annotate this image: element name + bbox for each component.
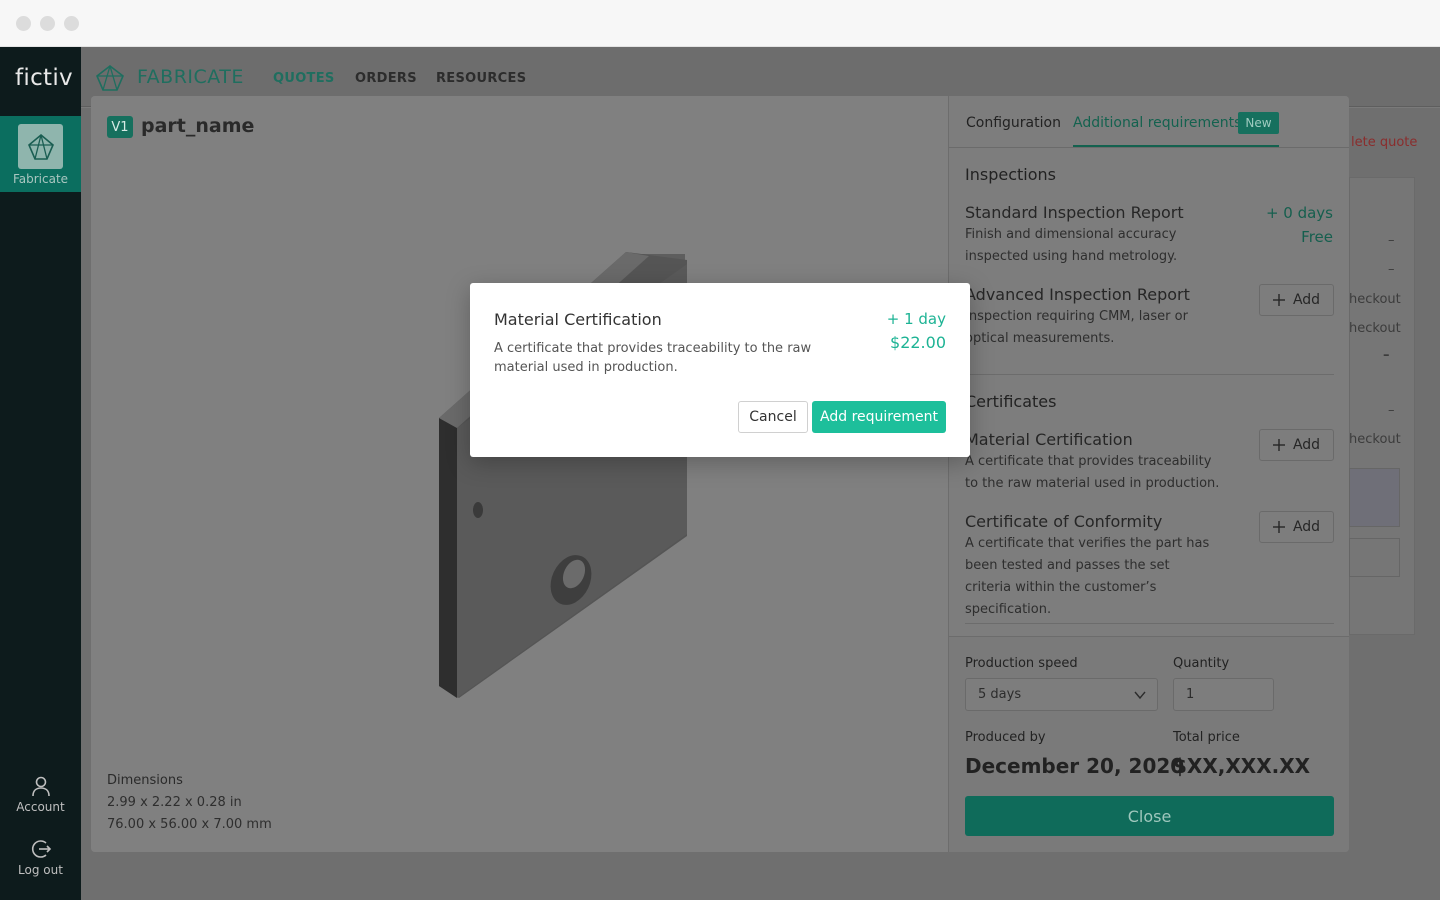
background-dash: – [1383, 348, 1390, 363]
inspections-title: Inspections [965, 165, 1056, 184]
production-speed-value: 5 days [978, 687, 1022, 702]
version-badge: V1 [107, 116, 133, 138]
production-speed-label: Production speed [965, 656, 1078, 671]
panel-footer: Production speed 5 days Quantity 1 Produ… [949, 636, 1349, 852]
model-viewer[interactable]: V1 part_name Dimensions 2.99 x 2.22 x 0.… [91, 96, 948, 852]
dimensions-mm: 76.00 x 56.00 x 7.00 mm [107, 817, 272, 832]
part-name: part_name [141, 115, 255, 137]
requirement-description: A certificate that provides traceability… [965, 454, 1220, 491]
sidebar-item-fabricate[interactable]: Fabricate [0, 116, 81, 192]
cancel-button[interactable]: Cancel [738, 401, 808, 433]
background-dash: – [1388, 262, 1395, 277]
total-price-label: Total price [1173, 730, 1240, 745]
requirement-description: A certificate that verifies the part has… [965, 536, 1210, 617]
production-speed-select[interactable]: 5 days [965, 678, 1158, 711]
dialog-lead-time: + 1 day [886, 310, 946, 328]
section-divider [965, 623, 1334, 624]
requirement-title: Material Certification [965, 430, 1133, 449]
certificates-title: Certificates [965, 392, 1057, 411]
sidebar-item-label: Account [16, 800, 65, 814]
dialog-title: Material Certification [494, 310, 662, 329]
requirement-description: Inspection requiring CMM, laser or optic… [965, 309, 1188, 346]
sidebar-item-label: Log out [18, 863, 63, 877]
dialog-description: A certificate that provides traceability… [494, 341, 812, 375]
nav-quotes[interactable]: QUOTES [273, 71, 335, 86]
tab-configuration[interactable]: Configuration [966, 115, 1061, 131]
background-checkout-link[interactable]: heckout [1349, 292, 1401, 307]
background-checkout-link[interactable]: heckout [1349, 432, 1401, 447]
quantity-input[interactable]: 1 [1173, 678, 1274, 711]
requirement-title: Advanced Inspection Report [965, 285, 1190, 304]
fabricate-brand-icon [96, 65, 124, 91]
window-maximize-button[interactable] [64, 16, 79, 31]
plus-icon [1272, 521, 1285, 533]
background-box [1349, 538, 1400, 577]
new-badge: New [1238, 112, 1279, 134]
requirement-description: Finish and dimensional accuracy inspecte… [965, 227, 1178, 264]
active-tab-indicator [1073, 145, 1279, 147]
close-button[interactable]: Close [965, 796, 1334, 836]
add-advanced-inspection-button[interactable]: Add [1259, 284, 1334, 316]
section-divider [965, 374, 1334, 375]
requirement-title: Certificate of Conformity [965, 512, 1163, 531]
nav-resources[interactable]: RESOURCES [436, 71, 526, 86]
add-material-certification-button[interactable]: Add [1259, 429, 1334, 461]
add-button-label: Add [1292, 519, 1321, 535]
total-price-value: $XX,XXX.XX [1173, 754, 1311, 778]
requirements-panel: Configuration Additional requirements Ne… [948, 96, 1349, 852]
requirement-title: Standard Inspection Report [965, 203, 1184, 222]
app-logo[interactable]: fictiv [15, 65, 73, 91]
brand-name[interactable]: FABRICATE [137, 66, 244, 88]
sidebar-item-account[interactable]: Account [0, 775, 81, 814]
logout-icon [31, 840, 51, 858]
plus-icon [1272, 294, 1285, 306]
dialog-price: $22.00 [890, 333, 946, 352]
dimensions-inches: 2.99 x 2.22 x 0.28 in [107, 795, 242, 810]
window-close-button[interactable] [16, 16, 31, 31]
quantity-label: Quantity [1173, 656, 1230, 671]
part-config-drawer: V1 part_name Dimensions 2.99 x 2.22 x 0.… [91, 96, 1349, 852]
window-minimize-button[interactable] [40, 16, 55, 31]
tab-additional-requirements[interactable]: Additional requirements [1073, 115, 1241, 131]
dimensions-label: Dimensions [107, 773, 183, 788]
panel-tabs: Configuration Additional requirements Ne… [949, 96, 1349, 148]
add-button-label: Add [1292, 437, 1321, 453]
produced-by-date: December 20, 2020 [965, 754, 1185, 778]
chevron-down-icon [1134, 691, 1146, 700]
add-certificate-of-conformity-button[interactable]: Add [1259, 511, 1334, 543]
sidebar: fictiv Fabricate Account Log out [0, 47, 81, 900]
sidebar-item-logout[interactable]: Log out [0, 838, 81, 877]
user-icon [31, 776, 50, 797]
plus-icon [1272, 439, 1285, 451]
requirement-price: Free [1301, 228, 1333, 246]
delete-quote-link[interactable]: lete quote [1351, 135, 1417, 150]
requirement-lead-time: + 0 days [1265, 204, 1333, 222]
fabricate-icon [18, 124, 63, 169]
background-dash: – [1388, 403, 1395, 418]
add-requirement-dialog: Material Certification A certificate tha… [470, 283, 970, 457]
produced-by-label: Produced by [965, 730, 1046, 745]
sidebar-item-label: Fabricate [12, 172, 69, 186]
background-box [1349, 468, 1400, 527]
background-dash: – [1388, 233, 1395, 248]
background-checkout-link[interactable]: heckout [1349, 321, 1401, 336]
nav-orders[interactable]: ORDERS [355, 71, 417, 86]
add-requirement-button[interactable]: Add requirement [812, 401, 946, 433]
add-button-label: Add [1292, 292, 1321, 308]
window-titlebar [0, 0, 1440, 47]
